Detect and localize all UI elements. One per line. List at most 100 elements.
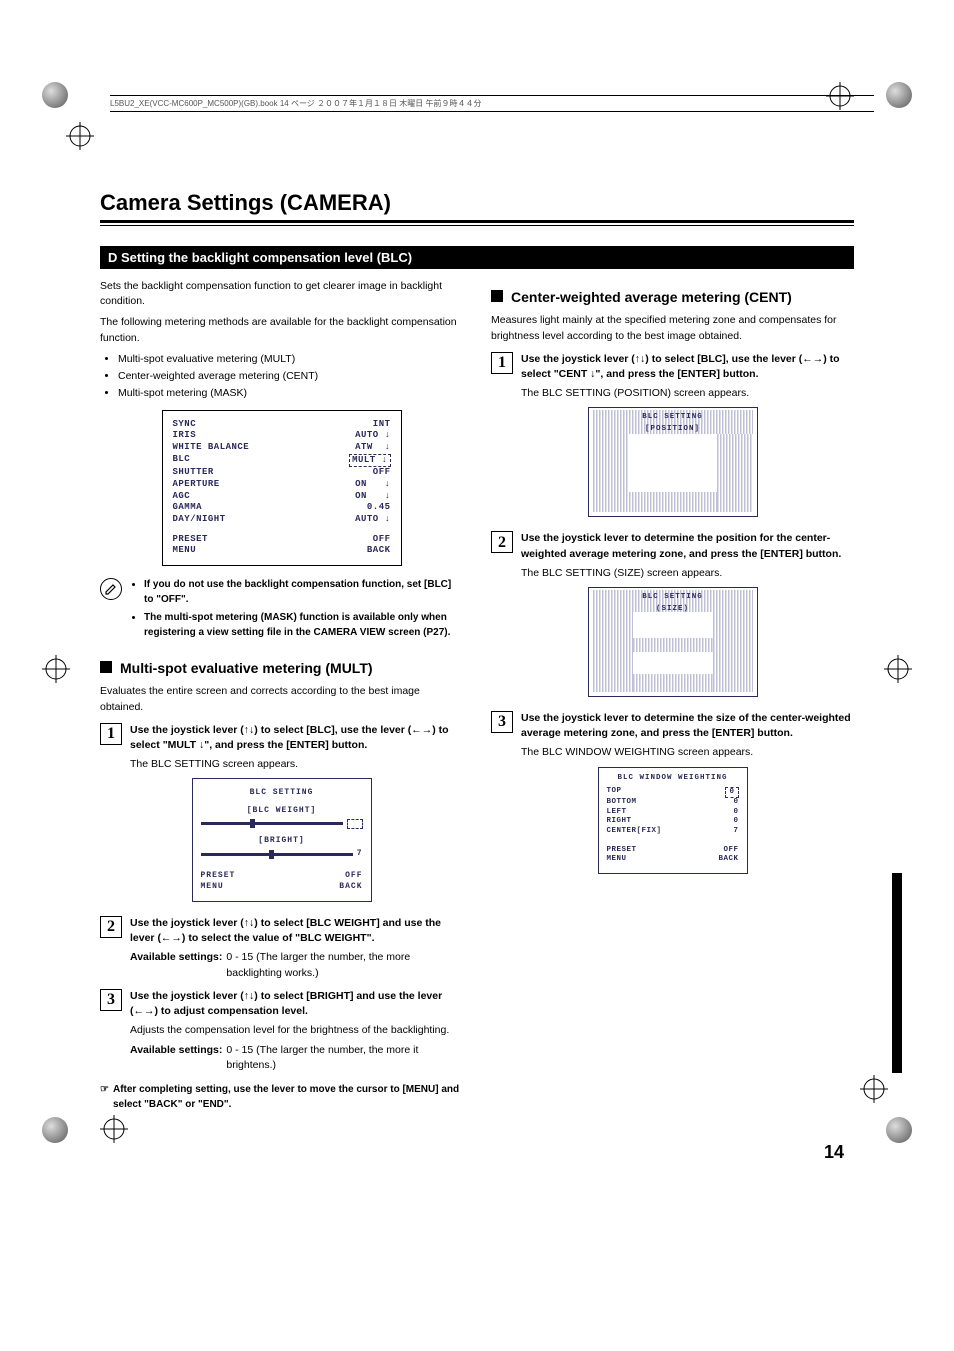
intro-paragraph-2: The following metering methods are avail…: [100, 315, 463, 345]
osd-value: AUTO ↓: [355, 430, 390, 442]
slider-value: 7: [357, 848, 363, 860]
left-column: Sets the backlight compensation function…: [100, 279, 463, 1112]
list-item: Center-weighted average metering (CENT): [118, 369, 463, 384]
osd-value: 7: [733, 827, 738, 836]
osd-label: PRESET: [201, 870, 236, 882]
blc-size-osd: BLC SETTING (SIZE): [588, 587, 758, 697]
pencil-note-icon: [100, 578, 122, 600]
osd-title: BLC SETTING: [589, 592, 757, 603]
osd-title: BLC SETTING: [589, 412, 757, 423]
metering-methods-list: Multi-spot evaluative metering (MULT) Ce…: [100, 352, 463, 402]
mult-step-3: 3 Use the joystick lever (↑↓) to select …: [100, 989, 463, 1073]
osd-title: BLC WINDOW WEIGHTING: [607, 774, 739, 783]
header-strip-text: L5BU2_XE(VCC-MC600P_MC500P)(GB).book 14 …: [110, 99, 481, 108]
osd-label: GAMMA: [173, 502, 203, 514]
available-settings-label: Available settings:: [130, 950, 222, 980]
available-settings-value: 0 - 15 (The larger the number, the more …: [226, 950, 463, 980]
page-title: Camera Settings (CAMERA): [100, 190, 854, 216]
list-item: Multi-spot evaluative metering (MULT): [118, 352, 463, 367]
footnote-text: After completing setting, use the lever …: [113, 1083, 463, 1112]
step-result: The BLC SETTING (SIZE) screen appears.: [521, 566, 854, 581]
osd-label: BOTTOM: [607, 798, 637, 807]
blc-position-osd: BLC SETTING [POSITION]: [588, 407, 758, 517]
osd-label: TOP: [607, 787, 622, 798]
camera-menu-osd: SYNCINT IRISAUTO ↓ WHITE BALANCEATW ↓ BL…: [162, 410, 402, 567]
osd-label: DAY/NIGHT: [173, 514, 226, 526]
step-number-icon: 1: [491, 352, 513, 374]
step-instruction: Use the joystick lever (↑↓) to select [B…: [130, 989, 463, 1019]
available-settings-label: Available settings:: [130, 1043, 222, 1073]
step-instruction: Use the joystick lever (↑↓) to select [B…: [521, 352, 854, 382]
mult-heading: Multi-spot evaluative metering (MULT): [100, 658, 463, 678]
footnote: ☞ After completing setting, use the leve…: [100, 1083, 463, 1112]
osd-label: PRESET: [607, 846, 637, 855]
square-bullet-icon: [100, 661, 112, 673]
section-d-bar: D Setting the backlight compensation lev…: [100, 246, 854, 269]
available-settings-value: 0 - 15 (The larger the number, the more …: [226, 1043, 463, 1073]
step-number-icon: 1: [100, 723, 122, 745]
cent-step-2: 2 Use the joystick lever to determine th…: [491, 531, 854, 581]
blc-window-weighting-osd: BLC WINDOW WEIGHTING TOP0 BOTTOM0 LEFT0 …: [598, 767, 748, 874]
step-result: The BLC SETTING screen appears.: [130, 757, 463, 772]
page-number: 14: [100, 1142, 854, 1163]
note-item: The multi-spot metering (MASK) function …: [144, 611, 463, 640]
pointing-hand-icon: ☞: [100, 1083, 109, 1112]
cent-step-3: 3 Use the joystick lever to determine th…: [491, 711, 854, 761]
slider-thumb: [269, 850, 274, 859]
osd-title: BLC SETTING: [201, 787, 363, 799]
mult-step-1: 1 Use the joystick lever (↑↓) to select …: [100, 723, 463, 773]
step-number-icon: 3: [491, 711, 513, 733]
osd-value: BACK: [339, 881, 362, 893]
osd-value: OFF: [373, 534, 391, 546]
title-rule: [100, 220, 854, 226]
osd-value: INT: [373, 419, 391, 431]
osd-label: WHITE BALANCE: [173, 442, 250, 454]
osd-value: AUTO ↓: [355, 514, 390, 526]
osd-value: OFF: [373, 467, 391, 479]
list-item: Multi-spot metering (MASK): [118, 386, 463, 401]
mult-step-2: 2 Use the joystick lever (↑↓) to select …: [100, 916, 463, 981]
osd-value: ON ↓: [355, 491, 390, 503]
slider-track: [201, 822, 343, 825]
osd-label: SHUTTER: [173, 467, 214, 479]
osd-value: 0.45: [367, 502, 391, 514]
osd-value: BACK: [718, 855, 738, 864]
osd-label: MENU: [607, 855, 627, 864]
step-result: The BLC WINDOW WEIGHTING screen appears.: [521, 745, 854, 760]
osd-label: BLC: [173, 454, 191, 468]
step-instruction: Use the joystick lever to determine the …: [521, 711, 854, 741]
right-column: Center-weighted average metering (CENT) …: [491, 279, 854, 1112]
slider-value-box: [347, 819, 363, 829]
osd-label: MENU: [173, 545, 197, 557]
cent-desc: Measures light mainly at the specified m…: [491, 313, 854, 343]
osd-value: 0: [733, 808, 738, 817]
step-number-icon: 2: [491, 531, 513, 553]
osd-value: 0: [733, 817, 738, 826]
osd-value: ON ↓: [355, 479, 390, 491]
osd-label: IRIS: [173, 430, 197, 442]
osd-subtitle: [POSITION]: [589, 424, 757, 435]
note-item: If you do not use the backlight compensa…: [144, 578, 463, 607]
osd-label: APERTURE: [173, 479, 220, 491]
osd-label: AGC: [173, 491, 191, 503]
step-number-icon: 2: [100, 916, 122, 938]
osd-label: CENTER[FIX]: [607, 827, 662, 836]
osd-value: BACK: [367, 545, 391, 557]
osd-row-label: [BRIGHT]: [201, 835, 363, 847]
thumb-tab: [892, 873, 902, 1073]
heading-text: Center-weighted average metering (CENT): [511, 287, 792, 307]
osd-label: PRESET: [173, 534, 208, 546]
heading-text: Multi-spot evaluative metering (MULT): [120, 658, 373, 678]
cent-step-1: 1 Use the joystick lever (↑↓) to select …: [491, 352, 854, 402]
osd-label: SYNC: [173, 419, 197, 431]
step-number-icon: 3: [100, 989, 122, 1011]
cent-heading: Center-weighted average metering (CENT): [491, 287, 854, 307]
step-result: The BLC SETTING (POSITION) screen appear…: [521, 386, 854, 401]
intro-paragraph-1: Sets the backlight compensation function…: [100, 279, 463, 309]
slider-track: [201, 853, 353, 856]
osd-subtitle: (SIZE): [589, 604, 757, 615]
osd-value-highlight: 0: [725, 787, 738, 798]
osd-label: LEFT: [607, 808, 627, 817]
osd-value: OFF: [723, 846, 738, 855]
osd-label: MENU: [201, 881, 224, 893]
